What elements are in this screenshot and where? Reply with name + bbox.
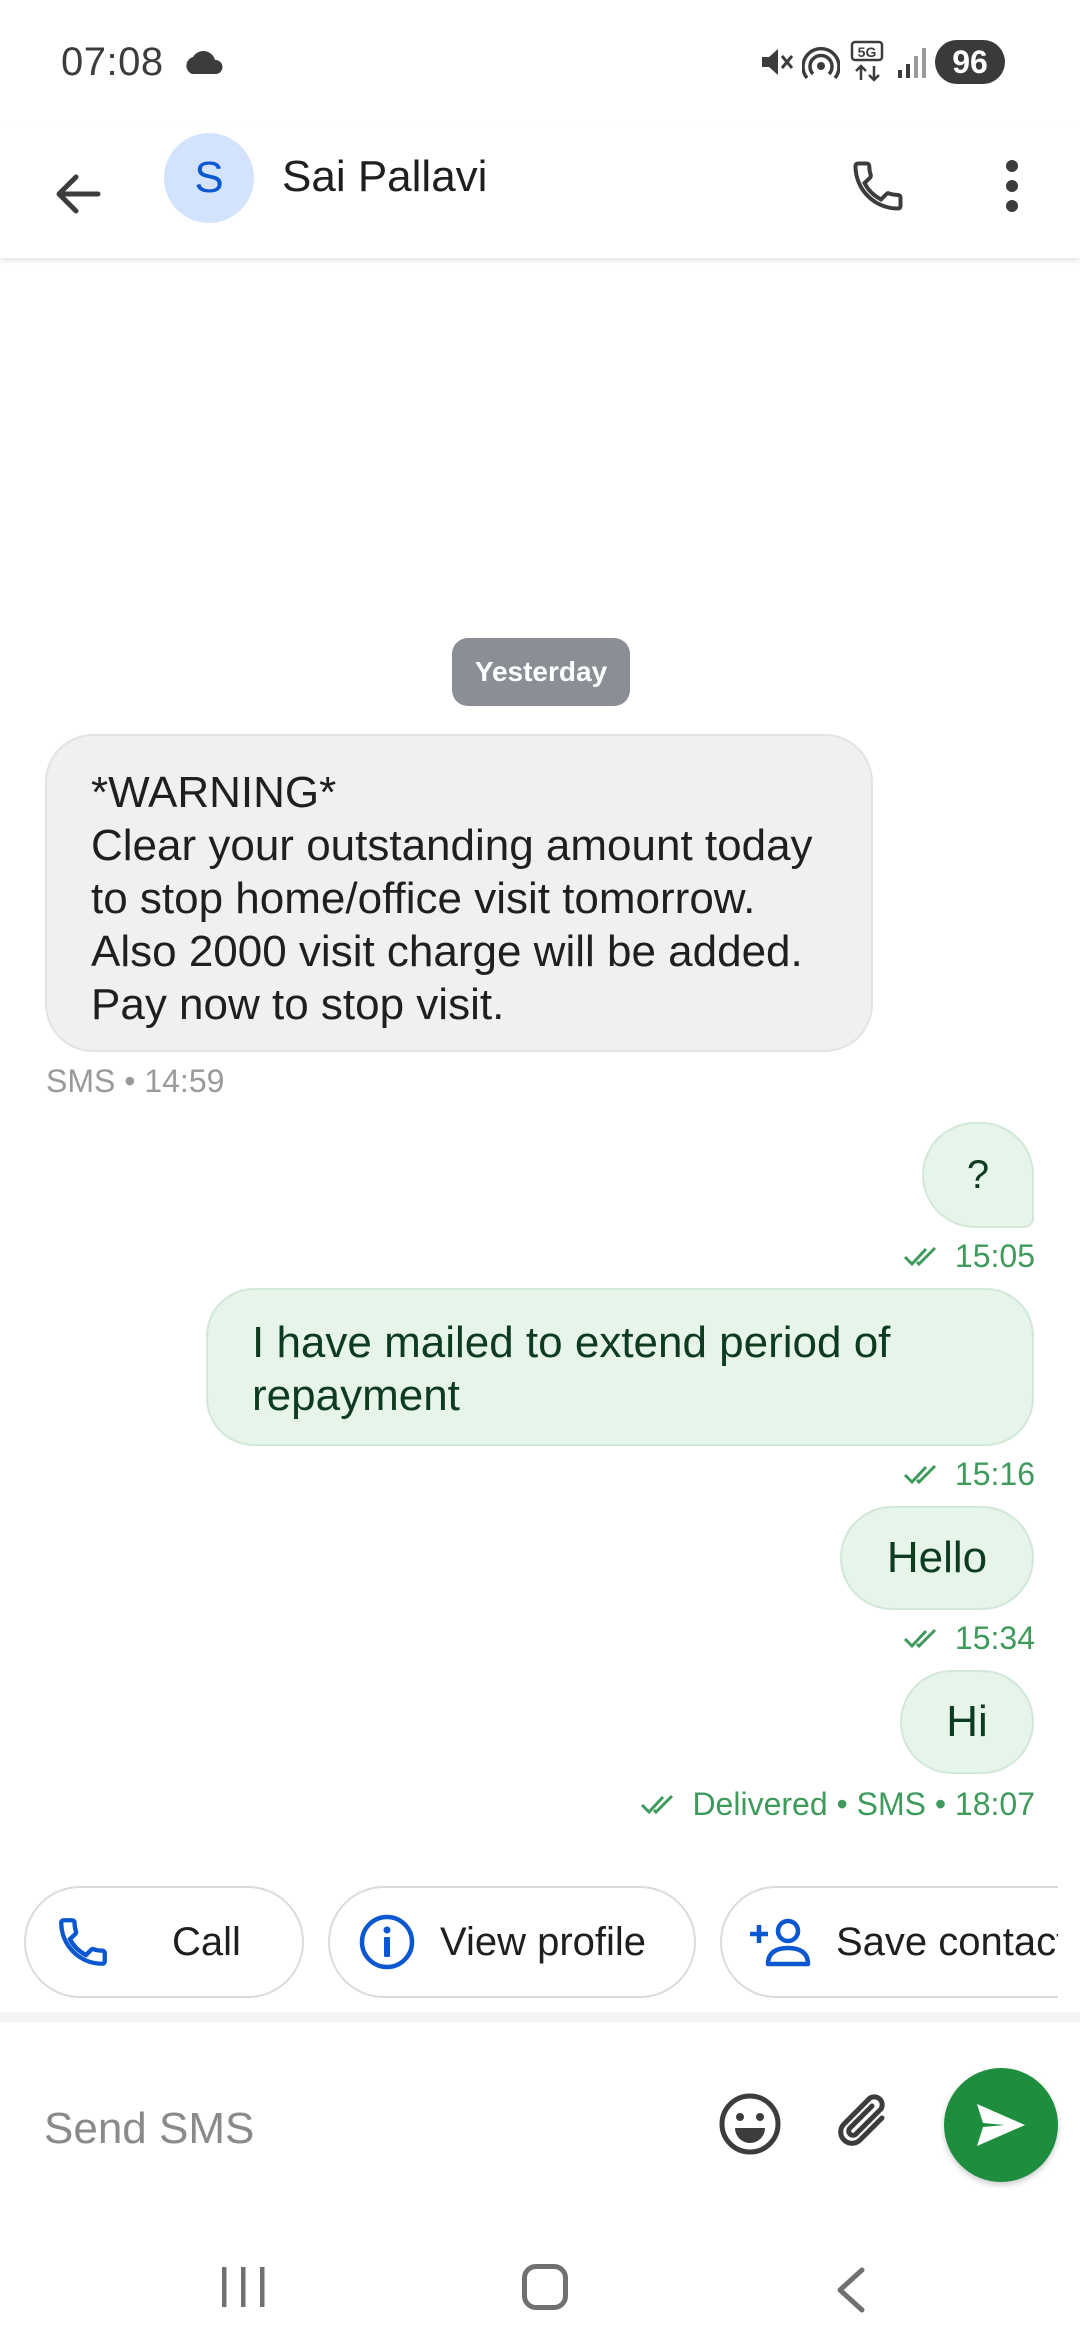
outgoing-message[interactable]: ? [922, 1122, 1034, 1228]
back-button[interactable] [40, 156, 116, 232]
incoming-message[interactable]: *WARNING* Clear your outstanding amount … [45, 734, 873, 1052]
recent-apps-icon[interactable] [218, 2262, 270, 2312]
compose-input[interactable] [44, 2096, 664, 2162]
delivery-status: Delivered • SMS • 18:07 [692, 1786, 1035, 1822]
outgoing-message-meta: 15:34 [903, 1620, 1035, 1657]
home-icon[interactable] [522, 2264, 568, 2310]
more-options-button[interactable] [972, 146, 1052, 226]
back-arrow-icon [56, 174, 101, 214]
nav-back-icon[interactable] [832, 2266, 868, 2314]
phone-icon [853, 161, 903, 211]
emoji-icon[interactable] [716, 2090, 784, 2158]
more-vert-icon [1006, 160, 1018, 212]
message-time: 15:34 [954, 1620, 1035, 1656]
call-chip-label: Call [172, 1919, 241, 1964]
network-label: 5G [858, 44, 877, 60]
call-chip[interactable]: Call [24, 1886, 304, 1998]
outgoing-message[interactable]: Hello [840, 1506, 1034, 1610]
double-check-icon [641, 1794, 674, 1814]
info-icon [359, 1914, 415, 1970]
status-icons: 5G 96 [740, 38, 1080, 88]
message-time: 15:16 [954, 1456, 1035, 1492]
outgoing-message[interactable]: I have mailed to extend period of repaym… [206, 1288, 1034, 1446]
avatar[interactable]: S [164, 133, 254, 223]
phone-icon [59, 1918, 107, 1966]
add-person-icon [750, 1918, 811, 1967]
double-check-icon [903, 1246, 936, 1266]
message-time: 15:05 [954, 1238, 1035, 1274]
divider [0, 2012, 1080, 2022]
outgoing-message-meta: 15:05 [903, 1238, 1035, 1275]
battery-indicator: 96 [935, 40, 1005, 84]
outgoing-message-meta: Delivered • SMS • 18:07 [640, 1786, 1035, 1823]
send-button[interactable] [944, 2068, 1058, 2182]
double-check-icon [903, 1628, 936, 1648]
mute-icon [762, 49, 794, 75]
view-profile-chip-label: View profile [440, 1919, 647, 1964]
view-profile-chip[interactable]: View profile [328, 1886, 696, 1998]
call-button[interactable] [838, 146, 918, 226]
cloud-icon [186, 51, 223, 74]
attach-icon[interactable] [832, 2088, 900, 2160]
outgoing-message[interactable]: Hi [900, 1670, 1034, 1774]
status-time: 07:08 [61, 40, 164, 84]
save-contact-chip-label: Save contact [836, 1919, 1058, 1964]
app-bar: S Sai Pallavi [0, 128, 1080, 258]
status-bar: 07:08 5G 96 [0, 0, 1080, 128]
send-icon [977, 2104, 1025, 2146]
double-check-icon [903, 1464, 936, 1484]
suggestion-chips: Call View profile Save contact [0, 1870, 1058, 2016]
contact-name[interactable]: Sai Pallavi [282, 152, 487, 202]
save-contact-chip[interactable]: Save contact [720, 1886, 1058, 1998]
hotspot-icon [802, 47, 840, 80]
incoming-message-meta: SMS • 14:59 [46, 1063, 225, 1099]
date-separator: Yesterday [452, 638, 630, 706]
network-5g-icon: 5G [850, 40, 884, 82]
signal-icon [898, 48, 926, 78]
outgoing-message-meta: 15:16 [903, 1456, 1035, 1493]
navigation-bar [0, 2220, 1080, 2340]
